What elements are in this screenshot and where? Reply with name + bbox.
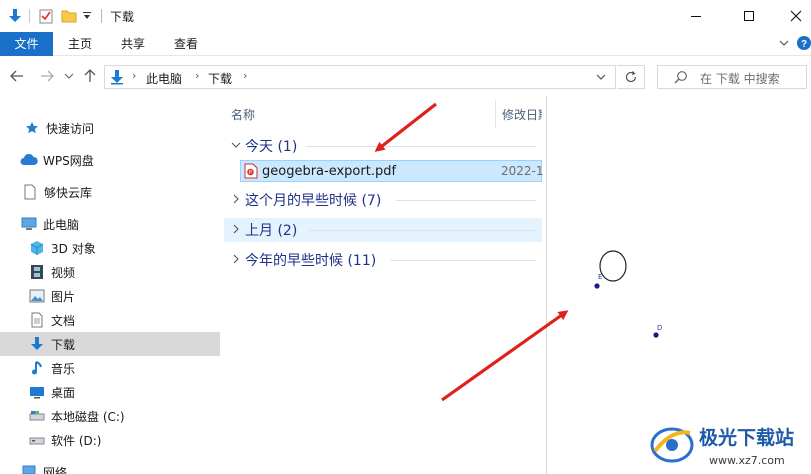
- chevron-down-icon: [231, 142, 241, 148]
- group-header-earlier-this-month[interactable]: 这个月的早些时候 (7): [224, 188, 542, 212]
- breadcrumb-chevron-icon[interactable]: ›: [195, 69, 199, 82]
- title-bar: 下载: [0, 0, 811, 32]
- cloud-icon: [20, 152, 38, 168]
- document-icon: [28, 312, 46, 328]
- column-header-name[interactable]: 名称: [231, 106, 255, 123]
- navigation-pane: 快速访问 WPS网盘 够快云库 此电脑 3D 对象 视频 图片 文档 下载 音乐…: [0, 96, 224, 474]
- star-icon: [23, 120, 41, 136]
- tab-home[interactable]: 主页: [60, 32, 100, 56]
- film-icon: [28, 264, 46, 280]
- sidebar-item-videos[interactable]: 视频: [0, 260, 220, 284]
- help-icon[interactable]: ?: [797, 35, 811, 54]
- address-history-chevron-icon[interactable]: [596, 71, 606, 85]
- search-input[interactable]: 在 下载 中搜索: [657, 65, 807, 89]
- sidebar-item-downloads[interactable]: 下载: [0, 332, 220, 356]
- tab-file[interactable]: 文件: [0, 32, 53, 56]
- watermark: 极光下载站 www.xz7.com: [647, 418, 809, 472]
- sidebar-item-documents[interactable]: 文档: [0, 308, 220, 332]
- recent-locations-chevron-icon[interactable]: [63, 67, 75, 85]
- refresh-button[interactable]: [617, 65, 645, 89]
- sidebar-item-drive-c[interactable]: 本地磁盘 (C:): [0, 404, 220, 428]
- drive-icon: [28, 408, 46, 424]
- breadcrumb-downloads[interactable]: 下载: [208, 70, 232, 87]
- cube-icon: [28, 240, 46, 256]
- network-icon: [20, 464, 38, 474]
- chevron-right-icon: [233, 254, 239, 264]
- forward-button[interactable]: [38, 67, 56, 85]
- preview-point-label: D: [657, 324, 663, 332]
- sidebar-item-pictures[interactable]: 图片: [0, 284, 220, 308]
- refresh-icon: [625, 71, 636, 83]
- svg-text:?: ?: [801, 39, 807, 50]
- back-button[interactable]: [8, 67, 26, 85]
- customize-toolbar-chevron-icon[interactable]: [81, 6, 93, 26]
- group-header-earlier-this-year[interactable]: 今年的早些时候 (11): [224, 248, 542, 272]
- watermark-name: 极光下载站: [699, 427, 795, 449]
- sidebar-item-3d-objects[interactable]: 3D 对象: [0, 236, 220, 260]
- preview-point-label: E: [598, 273, 603, 281]
- up-button[interactable]: [82, 67, 98, 85]
- group-divider: [390, 260, 536, 261]
- quick-access-separator: [27, 6, 33, 26]
- ribbon-tabs: 文件 主页 共享 查看 ?: [0, 32, 811, 56]
- search-icon: [674, 70, 688, 87]
- document-icon: [21, 184, 39, 200]
- group-header-last-month[interactable]: 上月 (2): [224, 218, 542, 242]
- group-divider: [396, 200, 536, 201]
- column-divider[interactable]: [495, 100, 496, 128]
- column-header-date[interactable]: 修改日期: [502, 106, 542, 123]
- new-folder-icon[interactable]: [60, 6, 78, 26]
- sidebar-item-wps-cloud[interactable]: WPS网盘: [0, 148, 220, 172]
- picture-icon: [28, 288, 46, 304]
- sidebar-item-quick-access[interactable]: 快速访问: [0, 116, 220, 140]
- sidebar-item-this-pc[interactable]: 此电脑: [0, 212, 220, 236]
- sidebar-item-drive-d[interactable]: 软件 (D:): [0, 428, 220, 452]
- file-name: geogebra-export.pdf: [262, 164, 397, 179]
- preview-point-d: [653, 332, 659, 338]
- download-arrow-icon: [110, 69, 124, 88]
- watermark-url: www.xz7.com: [709, 454, 785, 467]
- breadcrumb-this-pc[interactable]: 此电脑: [146, 70, 182, 87]
- file-list: 名称 修改日期 今天 (1) P geogebra-export.pdf 202…: [224, 96, 546, 474]
- sidebar-item-gokuai[interactable]: 够快云库: [0, 180, 220, 204]
- chevron-right-icon: [233, 194, 239, 204]
- computer-icon: [20, 216, 38, 232]
- music-note-icon: [28, 360, 46, 376]
- chevron-right-icon: [233, 224, 239, 234]
- preview-point-e: [594, 283, 600, 289]
- tab-view[interactable]: 查看: [166, 32, 206, 56]
- watermark-logo-icon: [650, 427, 694, 463]
- title-separator: [101, 9, 102, 23]
- breadcrumb-chevron-icon[interactable]: ›: [243, 69, 247, 82]
- sidebar-item-desktop[interactable]: 桌面: [0, 380, 220, 404]
- sidebar-item-network[interactable]: 网络: [0, 460, 220, 474]
- address-row: › 此电脑 › 下载 › 在 下载 中搜索: [0, 56, 811, 96]
- file-row[interactable]: P geogebra-export.pdf 2022-1: [240, 160, 544, 182]
- file-date: 2022-1: [501, 164, 544, 178]
- drive-icon: [28, 432, 46, 448]
- group-header-today[interactable]: 今天 (1): [224, 134, 542, 158]
- close-button[interactable]: [773, 0, 811, 32]
- download-arrow-icon: [28, 336, 46, 352]
- sidebar-item-music[interactable]: 音乐: [0, 356, 220, 380]
- minimize-button[interactable]: [673, 0, 719, 32]
- group-divider: [306, 146, 536, 147]
- breadcrumb-chevron-icon[interactable]: ›: [132, 69, 136, 82]
- group-divider: [308, 230, 536, 231]
- pdf-file-icon: P: [244, 163, 258, 182]
- address-bar[interactable]: › 此电脑 › 下载 ›: [104, 65, 616, 89]
- expand-ribbon-chevron-icon[interactable]: [778, 36, 790, 53]
- desktop-icon: [28, 384, 46, 400]
- tab-share[interactable]: 共享: [113, 32, 153, 56]
- maximize-button[interactable]: [726, 0, 772, 32]
- download-arrow-icon[interactable]: [6, 6, 24, 26]
- properties-icon[interactable]: [37, 6, 55, 26]
- preview-circle: [599, 250, 627, 282]
- search-placeholder: 在 下载 中搜索: [700, 72, 780, 86]
- window-title: 下载: [110, 10, 135, 24]
